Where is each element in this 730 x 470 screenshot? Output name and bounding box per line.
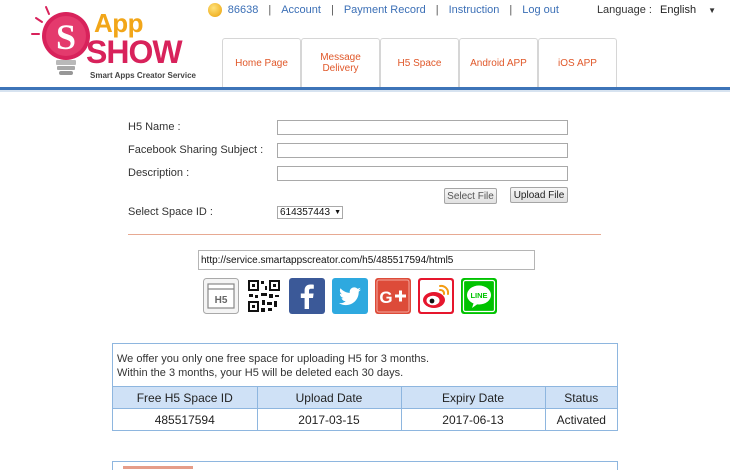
svg-text:S: S [56, 17, 76, 57]
facebook-icon[interactable] [289, 278, 325, 314]
app-show-logo[interactable]: S App SHOW Smart Apps Creator Service [30, 4, 205, 82]
column-header: Status [545, 386, 617, 409]
twitter-icon[interactable] [332, 278, 368, 314]
chevron-down-icon[interactable]: ▼ [708, 6, 716, 15]
facebook-subject-label: Facebook Sharing Subject : [128, 144, 264, 156]
description-input[interactable] [277, 166, 568, 181]
free-space-panel: We offer you only one free space for upl… [112, 343, 618, 431]
h5-name-input[interactable] [277, 120, 568, 135]
separator: | [509, 4, 513, 16]
column-header: Expiry Date [401, 386, 546, 409]
language-label: Language : [596, 4, 652, 16]
separator: | [268, 4, 272, 16]
header-divider-shadow [0, 90, 730, 92]
upload-file-button[interactable]: Upload File [510, 187, 568, 203]
tab-ios-app[interactable]: iOS APP [538, 38, 617, 87]
upload-date-cell: 2017-03-15 [257, 408, 402, 431]
notice-line: Within the 3 months, your H5 will be del… [117, 367, 404, 379]
free-space-notice: We offer you only one free space for upl… [117, 352, 429, 380]
tab-android-app[interactable]: Android APP [459, 38, 538, 87]
chevron-down-icon: ▼ [334, 209, 341, 216]
table-row: 485517594 2017-03-15 2017-06-13 Activate… [113, 408, 617, 431]
google-plus-icon[interactable]: G [375, 278, 411, 314]
logout-link[interactable]: Log out [522, 4, 559, 16]
qr-code-icon[interactable] [246, 278, 282, 314]
form-divider [128, 234, 601, 235]
select-file-button[interactable]: Select File [444, 188, 497, 204]
account-link[interactable]: Account [281, 4, 321, 16]
brand-show-text: SHOW [86, 34, 183, 70]
second-panel [112, 461, 618, 470]
expiry-date-cell: 2017-06-13 [401, 408, 546, 431]
svg-text:G: G [379, 288, 392, 307]
panel-heading-cutoff [123, 466, 193, 469]
column-header: Upload Date [257, 386, 402, 409]
space-id-value: 614357443 [280, 207, 331, 218]
h5-icon[interactable]: H5 [203, 278, 239, 314]
separator: | [330, 4, 334, 16]
status-cell: Activated [545, 408, 617, 431]
payment-record-link[interactable]: Payment Record [344, 4, 426, 16]
coin-balance[interactable]: 86638 [228, 4, 259, 16]
share-url-field[interactable]: http://service.smartappscreator.com/h5/4… [198, 250, 535, 270]
coin-icon [207, 3, 222, 17]
space-id-label: Select Space ID : [128, 206, 213, 218]
column-header: Free H5 Space ID [113, 386, 258, 409]
tab-h5-space[interactable]: H5 Space [380, 38, 459, 87]
line-icon[interactable]: LINE [461, 278, 497, 314]
separator: | [435, 4, 439, 16]
space-id-cell: 485517594 [113, 408, 258, 431]
svg-text:LINE: LINE [470, 291, 487, 300]
weibo-icon[interactable] [418, 278, 454, 314]
h5-name-label: H5 Name : [128, 121, 181, 133]
facebook-subject-input[interactable] [277, 143, 568, 158]
top-bar: 86638 | Account | Payment Record | Instr… [207, 2, 716, 18]
instruction-link[interactable]: Instruction [449, 4, 500, 16]
lightbulb-logo-icon: S [31, 6, 90, 75]
tab-home-page[interactable]: Home Page [222, 38, 301, 87]
space-table: Free H5 Space ID Upload Date Expiry Date… [113, 386, 617, 431]
description-label: Description : [128, 167, 190, 179]
brand-tagline: Smart Apps Creator Service [90, 71, 196, 80]
main-nav-tabs: Home Page Message Delivery H5 Space Andr… [222, 38, 617, 87]
svg-text:H5: H5 [215, 295, 228, 306]
tab-message-delivery[interactable]: Message Delivery [301, 38, 380, 87]
notice-line: We offer you only one free space for upl… [117, 353, 430, 365]
language-select[interactable]: English [660, 4, 696, 16]
space-id-select[interactable]: 614357443 ▼ [277, 206, 343, 219]
